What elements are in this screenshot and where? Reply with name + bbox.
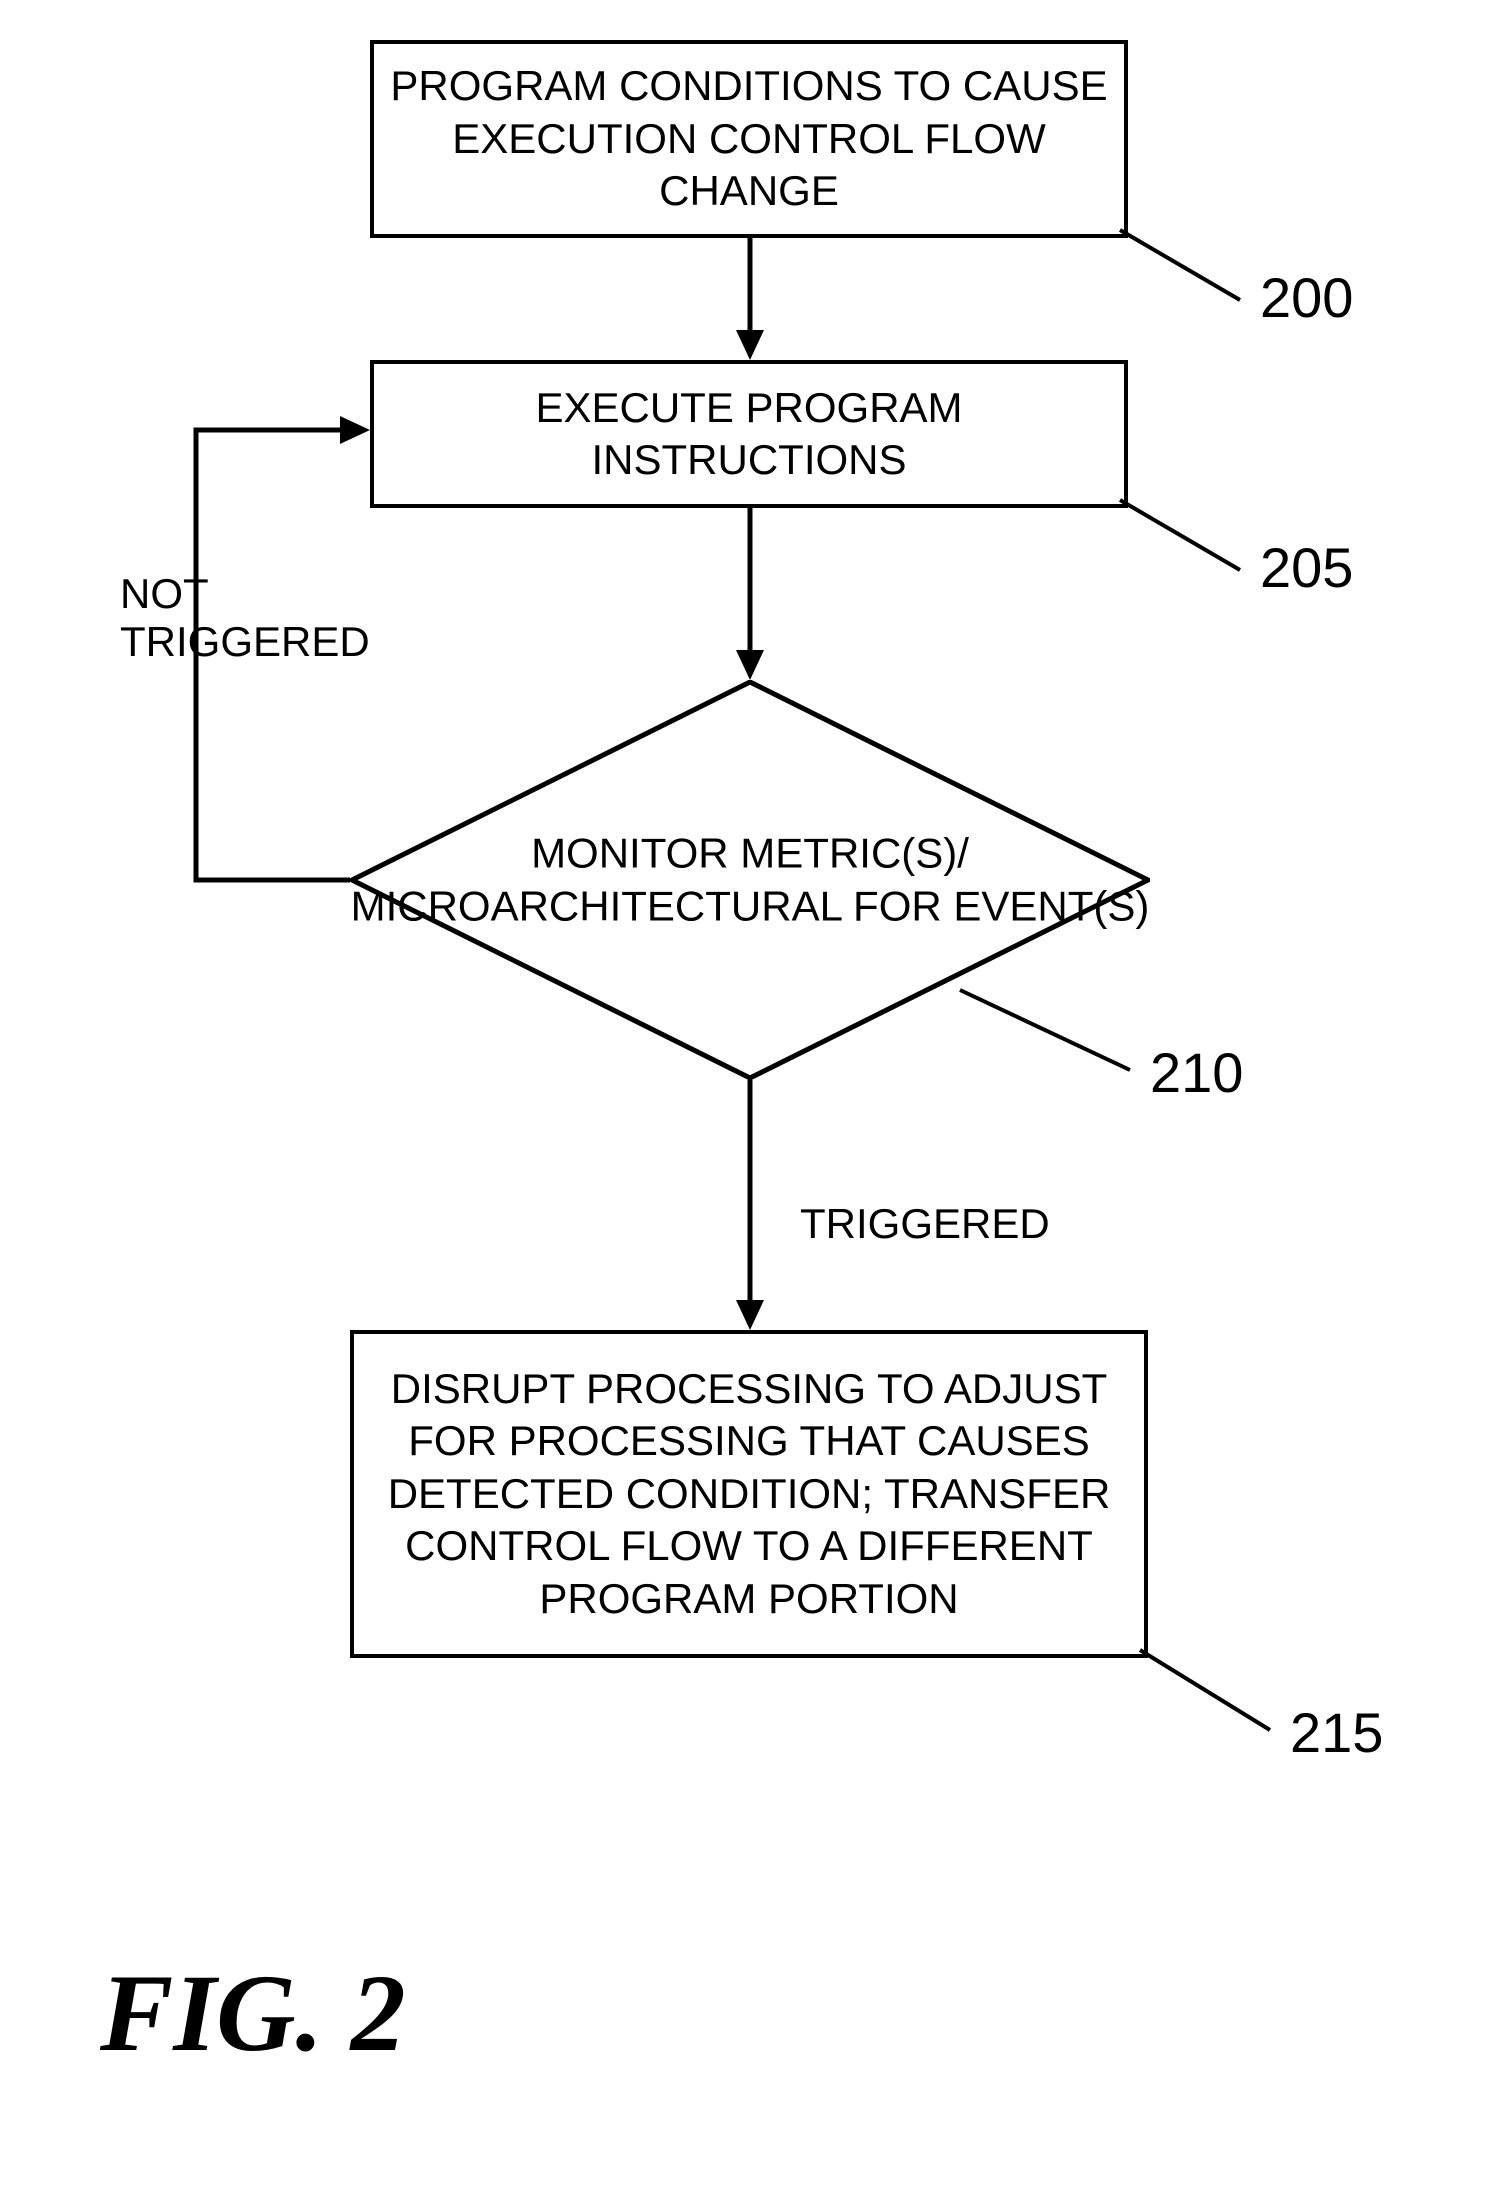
- callout-leader-200: [1120, 230, 1250, 310]
- decision-monitor-events-text: MONITOR METRIC(S)/ MICROARCHITECTURAL FO…: [350, 828, 1150, 933]
- arrow-205-to-210: [734, 504, 766, 680]
- label-not-triggered: NOT TRIGGERED: [120, 570, 370, 666]
- arrow-200-to-205: [734, 234, 766, 360]
- callout-210: 210: [1150, 1040, 1243, 1105]
- arrow-210-to-215: [734, 1080, 766, 1330]
- callout-leader-215: [1140, 1650, 1280, 1740]
- callout-205: 205: [1260, 535, 1353, 600]
- callout-200: 200: [1260, 265, 1353, 330]
- callout-215: 215: [1290, 1700, 1383, 1765]
- step-program-conditions: PROGRAM CONDITIONS TO CAUSE EXECUTION CO…: [370, 40, 1128, 238]
- callout-leader-205: [1120, 500, 1250, 580]
- step-disrupt-processing-text: DISRUPT PROCESSING TO ADJUST FOR PROCESS…: [388, 1363, 1111, 1626]
- step-program-conditions-text: PROGRAM CONDITIONS TO CAUSE EXECUTION CO…: [390, 60, 1107, 218]
- flowchart-figure: PROGRAM CONDITIONS TO CAUSE EXECUTION CO…: [0, 0, 1504, 2197]
- figure-caption: FIG. 2: [100, 1950, 406, 2077]
- step-execute-instructions-text: EXECUTE PROGRAM INSTRUCTIONS: [535, 382, 962, 487]
- step-disrupt-processing: DISRUPT PROCESSING TO ADJUST FOR PROCESS…: [350, 1330, 1148, 1658]
- step-execute-instructions: EXECUTE PROGRAM INSTRUCTIONS: [370, 360, 1128, 508]
- label-triggered: TRIGGERED: [800, 1200, 1050, 1248]
- callout-leader-210: [960, 990, 1140, 1080]
